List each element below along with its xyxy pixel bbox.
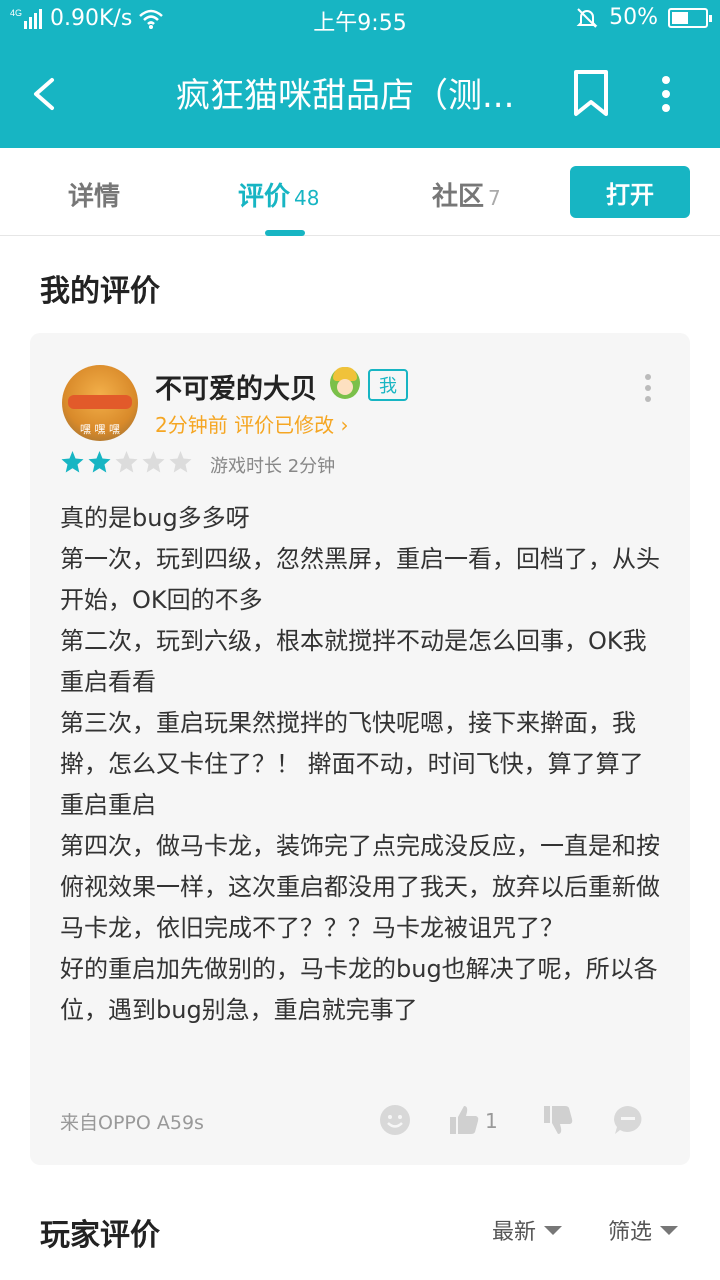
tab-bar: 详情 评价 48 社区 7 打开	[0, 148, 720, 236]
review-line: 第二次，玩到六级，根本就搅拌不动是怎么回事，OK我重启看看	[60, 627, 647, 696]
sort-dropdown[interactable]: 最新	[492, 1214, 563, 1246]
bookmark-icon[interactable]	[570, 68, 612, 118]
tab-community-count: 7	[488, 186, 501, 210]
review-line: 真的是bug多多呀	[60, 504, 250, 532]
open-button[interactable]: 打开	[570, 166, 690, 218]
rating-stars	[60, 450, 193, 474]
review-meta-link[interactable]: 2分钟前 评价已修改 ›	[155, 409, 348, 438]
tab-details-label: 详情	[68, 182, 121, 212]
tab-details[interactable]: 详情	[68, 176, 120, 213]
battery-percent: 50%	[609, 5, 658, 30]
tab-reviews-label: 评价	[238, 182, 291, 212]
back-arrow-icon[interactable]	[26, 70, 66, 118]
star-empty-icon	[115, 451, 138, 473]
thumb-up-icon[interactable]	[448, 1104, 480, 1136]
username[interactable]: 不可爱的大贝	[155, 367, 317, 406]
star-filled-icon	[88, 451, 111, 473]
star-empty-icon	[169, 451, 192, 473]
user-badge-icon	[330, 367, 360, 399]
status-bar: 4G 0.90K/s 上午9:55 50%	[0, 0, 720, 40]
review-line: 第四次，做马卡龙，装饰完了点完成没反应，一直是和按俯视效果一样，这次重启都没用了…	[60, 832, 660, 942]
like-count: 1	[485, 1109, 498, 1133]
emoji-icon[interactable]	[379, 1104, 411, 1136]
more-vertical-icon[interactable]	[646, 70, 686, 118]
star-filled-icon	[61, 451, 84, 473]
comment-icon[interactable]	[612, 1104, 644, 1136]
review-line: 第三次，重启玩果然搅拌的飞快呢嗯，接下来擀面，我擀，怎么又卡住了？！ 擀面不动，…	[60, 709, 644, 819]
tab-indicator	[265, 230, 305, 236]
tab-community-label: 社区	[432, 182, 485, 212]
star-empty-icon	[142, 451, 165, 473]
app-bar: 疯狂猫咪甜品店（测...	[0, 40, 720, 148]
more-vertical-icon[interactable]	[642, 373, 654, 403]
player-reviews-title: 玩家评价	[40, 1218, 160, 1253]
battery-icon	[668, 7, 712, 28]
avatar-caption: 嘿 嘿 嘿	[80, 423, 120, 436]
avatar[interactable]: 嘿 嘿 嘿	[62, 365, 138, 441]
filter-label: 筛选	[608, 1220, 653, 1245]
review-line: 第一次，玩到四级，忽然黑屏，重启一看，回档了，从头开始，OK回的不多	[60, 545, 660, 614]
app-title: 疯狂猫咪甜品店（测...	[176, 76, 515, 116]
playtime: 游戏时长 2分钟	[210, 456, 336, 477]
mute-bell-icon	[576, 7, 598, 28]
sort-label: 最新	[492, 1220, 537, 1245]
review-line: 好的重启加先做别的，马卡龙的bug也解决了呢，所以各位，遇到bug别急，重启就完…	[60, 955, 658, 1024]
tab-community[interactable]: 社区 7	[432, 176, 501, 213]
status-right: 50%	[575, 5, 712, 30]
triangle-down-icon	[544, 1225, 563, 1235]
thumb-down-icon[interactable]	[542, 1104, 574, 1136]
triangle-down-icon	[660, 1225, 679, 1235]
avatar-band	[68, 395, 132, 409]
review-body: 真的是bug多多呀 第一次，玩到四级，忽然黑屏，重启一看，回档了，从头开始，OK…	[60, 498, 660, 1031]
device-source: 来自OPPO A59s	[60, 1112, 204, 1134]
my-review-card: 嘿 嘿 嘿 不可爱的大贝 我 2分钟前 评价已修改 › 游戏时长 2分钟 真的是…	[30, 333, 690, 1165]
tab-reviews[interactable]: 评价 48	[238, 176, 319, 213]
my-review-title: 我的评价	[40, 274, 160, 309]
tab-reviews-count: 48	[294, 186, 320, 210]
filter-dropdown[interactable]: 筛选	[608, 1214, 679, 1246]
me-tag: 我	[368, 369, 408, 401]
